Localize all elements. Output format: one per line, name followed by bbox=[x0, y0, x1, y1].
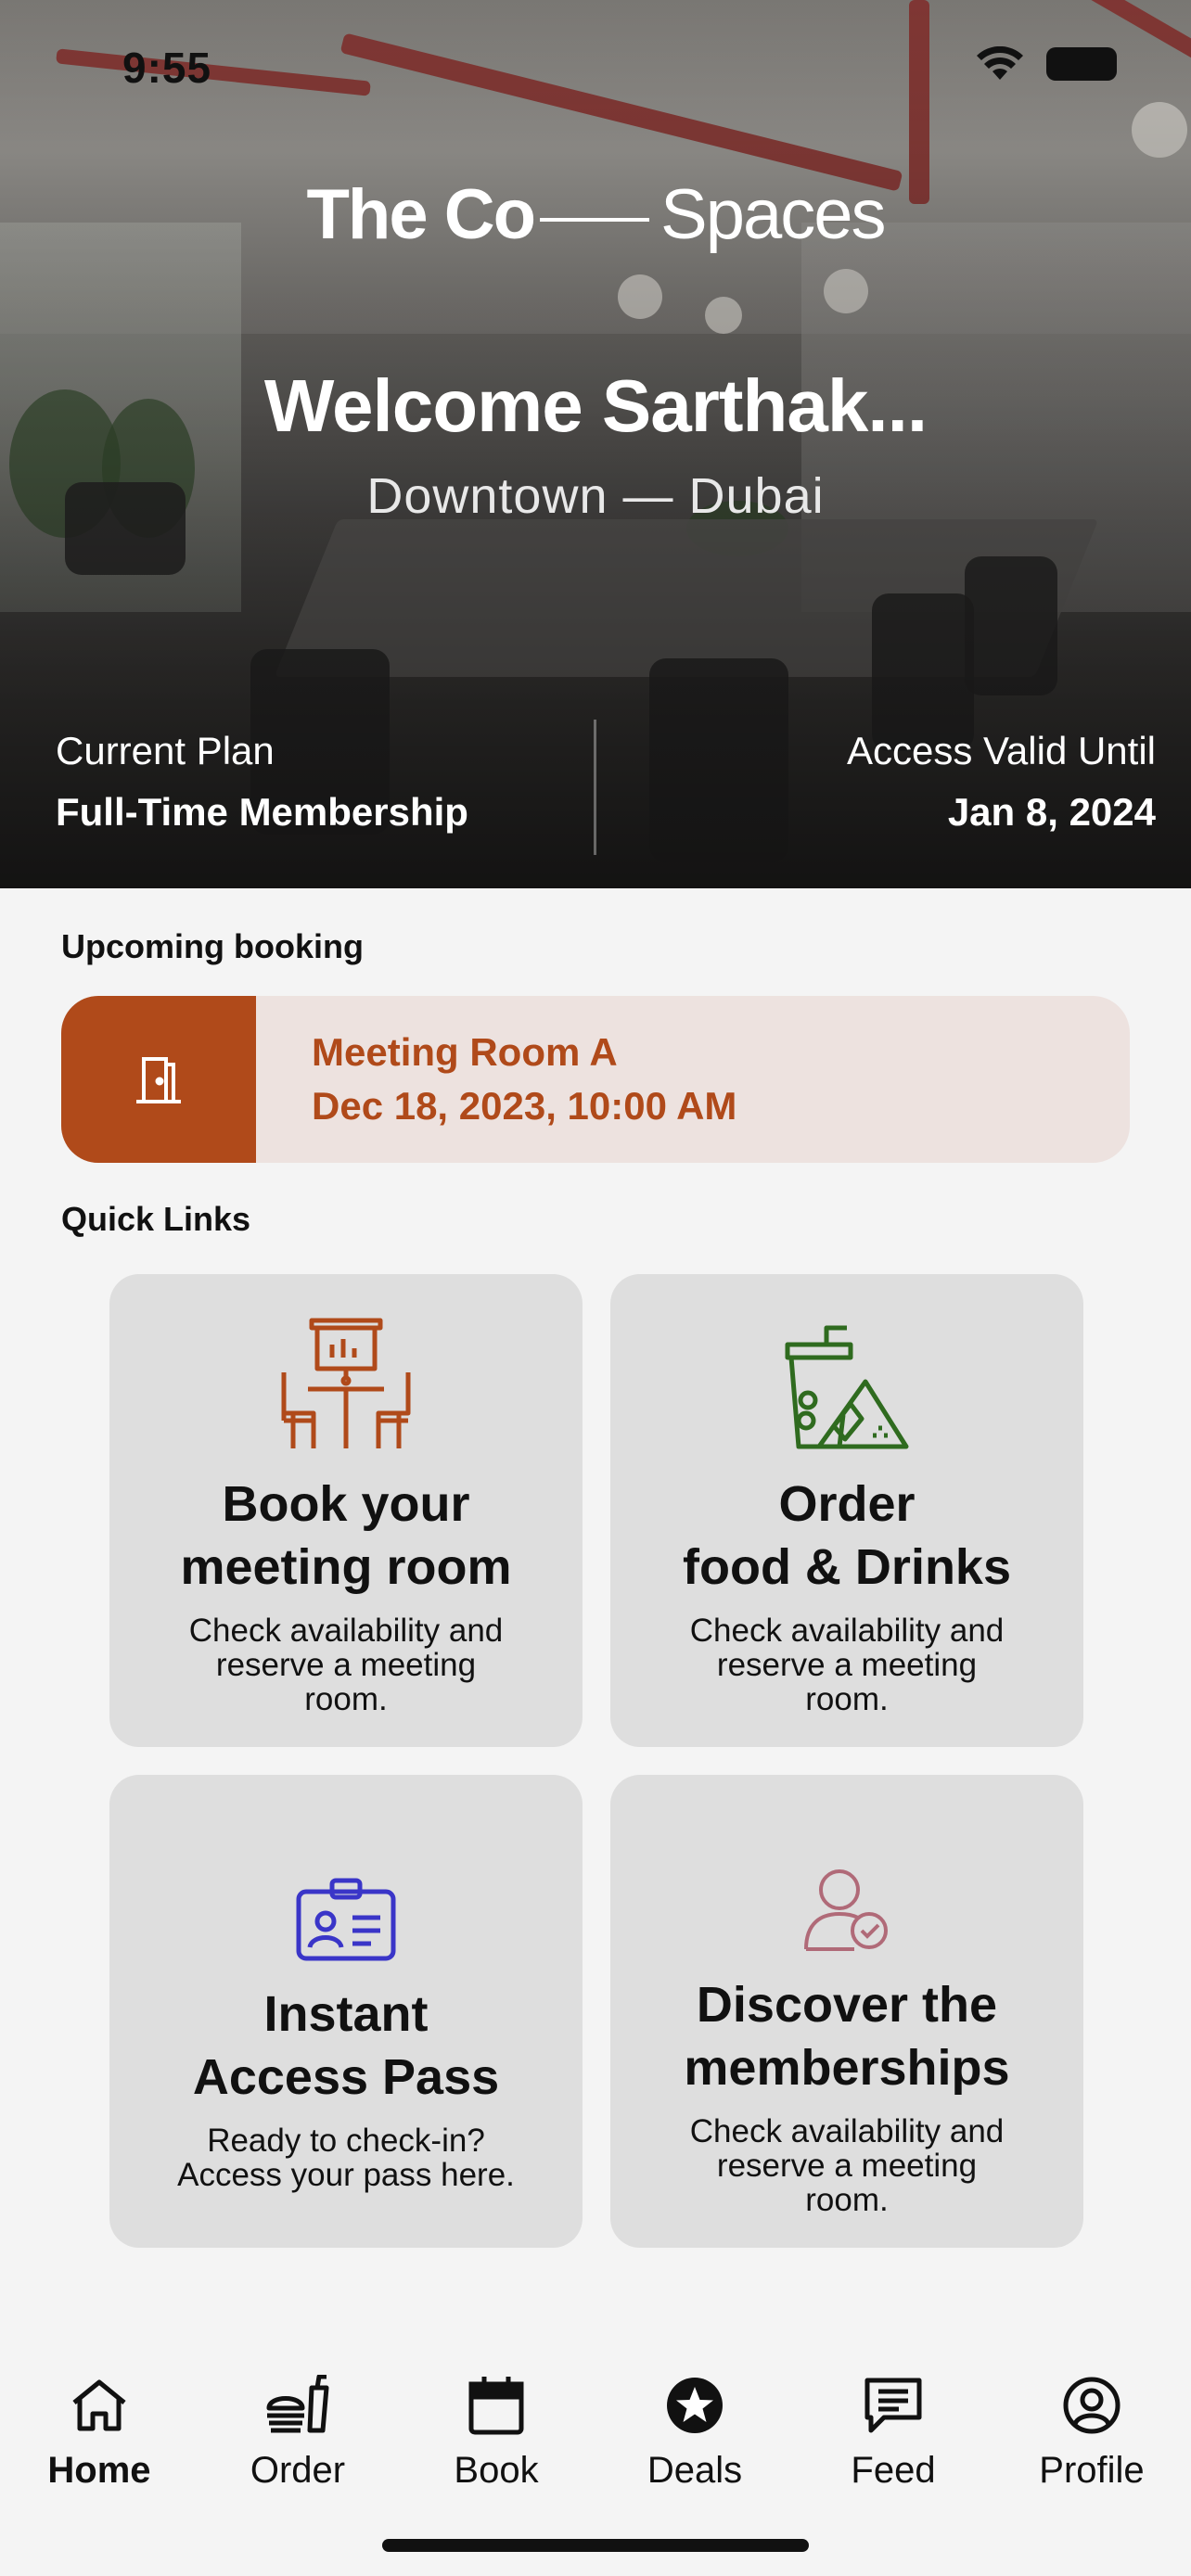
card-desc-line: reserve a meeting bbox=[716, 1647, 978, 1683]
status-time: 9:55 bbox=[122, 44, 212, 92]
nav-home[interactable]: Home bbox=[0, 2370, 198, 2519]
card-title-line: Order bbox=[778, 1476, 916, 1532]
nav-feed[interactable]: Feed bbox=[794, 2370, 992, 2519]
card-desc-line: room. bbox=[805, 2182, 889, 2218]
card-desc-line: Ready to check-in? bbox=[207, 2123, 485, 2159]
nav-label: Feed bbox=[851, 2450, 936, 2491]
booking-room: Meeting Room A bbox=[312, 1030, 618, 1074]
card-desc-line: reserve a meeting bbox=[215, 1647, 477, 1683]
home-icon bbox=[70, 2370, 128, 2441]
quick-link-book-meeting-room[interactable]: Book your meeting room Check availabilit… bbox=[109, 1274, 583, 1747]
card-title: Order food & Drinks bbox=[683, 1473, 1011, 1599]
brand-logo: The Co Spaces bbox=[0, 174, 1191, 255]
nav-label: Book bbox=[454, 2450, 539, 2491]
access-validity: Access Valid Until Jan 8, 2024 bbox=[847, 729, 1156, 835]
card-description: Check availability and reserve a meeting… bbox=[653, 2114, 1042, 2217]
nav-order[interactable]: Order bbox=[198, 2370, 397, 2519]
plan-value: Full-Time Membership bbox=[56, 790, 468, 834]
meeting-room-icon bbox=[276, 1317, 416, 1452]
card-desc-line: Check availability and bbox=[689, 1613, 1005, 1649]
nav-label: Deals bbox=[647, 2450, 743, 2491]
brand-dash bbox=[540, 217, 650, 222]
card-title-line: Discover the bbox=[696, 1977, 998, 2033]
profile-icon bbox=[1062, 2370, 1121, 2441]
nav-label: Order bbox=[250, 2450, 346, 2491]
upcoming-booking-card[interactable]: Meeting Room A Dec 18, 2023, 10:00 AM bbox=[61, 996, 1130, 1163]
card-title: Discover the memberships bbox=[684, 1973, 1009, 2099]
card-desc-line: room. bbox=[304, 1681, 388, 1717]
chat-icon bbox=[864, 2370, 923, 2441]
member-check-icon bbox=[802, 1842, 891, 1953]
bottom-nav: Home Order Book Deals Feed Profile bbox=[0, 2370, 1191, 2519]
order-icon bbox=[265, 2370, 330, 2441]
quick-links-title: Quick Links bbox=[61, 1200, 251, 1238]
card-desc-line: Access your pass here. bbox=[177, 2157, 515, 2193]
quick-link-memberships[interactable]: Discover the memberships Check availabil… bbox=[610, 1775, 1083, 2248]
booking-datetime: Dec 18, 2023, 10:00 AM bbox=[312, 1084, 737, 1128]
hero-banner: 9:55 The Co Spaces Welcome Sarthak... Dow… bbox=[0, 0, 1191, 888]
nav-label: Home bbox=[47, 2450, 151, 2491]
card-title-line: Access Pass bbox=[192, 2049, 500, 2105]
nav-profile[interactable]: Profile bbox=[992, 2370, 1191, 2519]
brand-light: Spaces bbox=[660, 175, 886, 254]
card-title-line: Instant bbox=[263, 1986, 429, 2042]
door-icon bbox=[61, 996, 256, 1163]
star-icon bbox=[665, 2370, 724, 2441]
calendar-icon bbox=[467, 2370, 525, 2441]
location-text: Downtown — Dubai bbox=[366, 468, 825, 524]
current-plan: Current Plan Full-Time Membership bbox=[56, 729, 468, 835]
card-description: Check availability and reserve a meeting… bbox=[152, 1613, 541, 1716]
booking-details: Meeting Room A Dec 18, 2023, 10:00 AM bbox=[256, 996, 736, 1163]
quick-link-order-food[interactable]: Order food & Drinks Check availability a… bbox=[610, 1274, 1083, 1747]
card-desc-line: reserve a meeting bbox=[716, 2148, 978, 2184]
plan-label: Current Plan bbox=[56, 729, 275, 772]
upcoming-booking-title: Upcoming booking bbox=[61, 927, 364, 965]
card-description: Check availability and reserve a meeting… bbox=[653, 1613, 1042, 1716]
card-title-line: Book your bbox=[222, 1476, 470, 1532]
wifi-icon bbox=[977, 46, 1023, 80]
card-desc-line: Check availability and bbox=[188, 1613, 504, 1649]
battery-icon bbox=[1046, 47, 1117, 81]
plan-divider bbox=[594, 720, 596, 855]
card-desc-line: Check availability and bbox=[689, 2113, 1005, 2149]
quick-link-access-pass[interactable]: Instant Access Pass Ready to check-in? A… bbox=[109, 1775, 583, 2248]
card-title: Instant Access Pass bbox=[193, 1983, 499, 2109]
food-drink-icon bbox=[782, 1317, 912, 1452]
status-icons bbox=[976, 46, 1117, 82]
nav-deals[interactable]: Deals bbox=[596, 2370, 794, 2519]
card-description: Ready to check-in? Access your pass here… bbox=[140, 2123, 552, 2192]
card-title-line: meeting room bbox=[180, 1539, 512, 1595]
card-title-line: food & Drinks bbox=[682, 1539, 1011, 1595]
nav-book[interactable]: Book bbox=[397, 2370, 596, 2519]
brand-bold: The Co bbox=[306, 175, 536, 254]
access-value: Jan 8, 2024 bbox=[947, 790, 1156, 834]
nav-label: Profile bbox=[1039, 2450, 1145, 2491]
card-desc-line: room. bbox=[805, 1681, 889, 1717]
card-title: Book your meeting room bbox=[180, 1473, 511, 1599]
home-indicator[interactable] bbox=[382, 2539, 809, 2552]
id-card-icon bbox=[295, 1817, 397, 1962]
welcome-heading: Welcome Sarthak... bbox=[263, 364, 928, 447]
access-label: Access Valid Until bbox=[846, 729, 1156, 772]
card-title-line: memberships bbox=[684, 2040, 1010, 2096]
